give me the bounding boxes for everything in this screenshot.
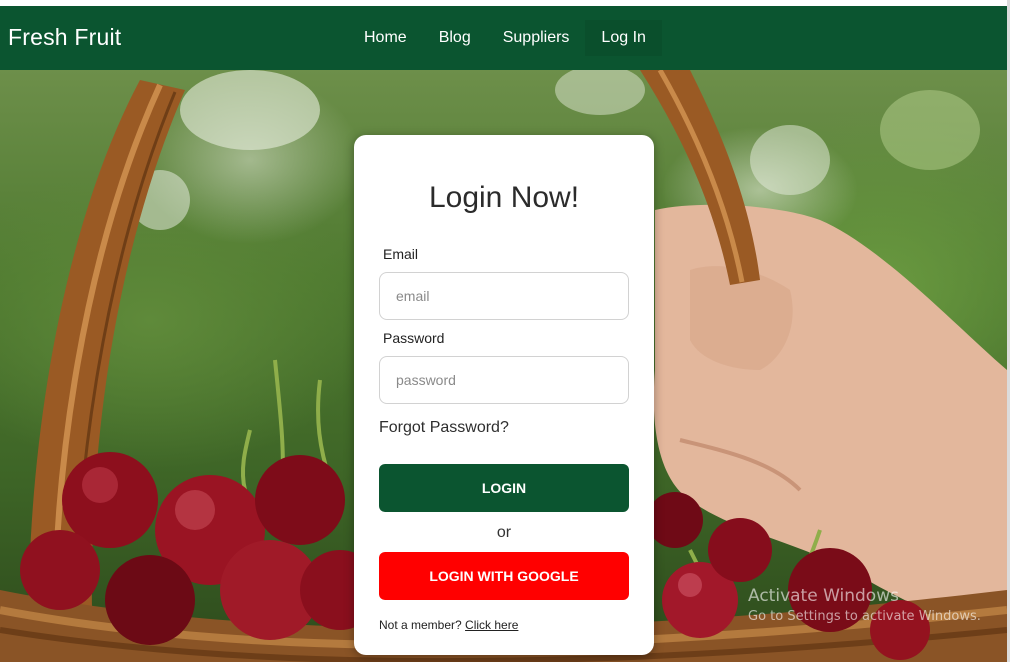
signup-prompt: Not a member? Click here	[379, 618, 518, 632]
login-title: Login Now!	[428, 181, 580, 214]
nav-links: Home Blog Suppliers Log In	[348, 20, 662, 56]
password-input[interactable]	[379, 356, 629, 404]
signup-link[interactable]: Click here	[465, 618, 518, 632]
navbar: Fresh Fruit Home Blog Suppliers Log In	[0, 6, 1007, 70]
password-label: Password	[383, 330, 445, 346]
email-label: Email	[383, 246, 419, 262]
activate-windows-watermark: Activate Windows Go to Settings to activ…	[748, 586, 981, 624]
nav-item-home[interactable]: Home	[348, 20, 423, 56]
watermark-subtitle: Go to Settings to activate Windows.	[748, 609, 981, 624]
or-separator: or	[496, 524, 512, 541]
login-button[interactable]: LOGIN	[379, 464, 629, 512]
nav-item-login[interactable]: Log In	[585, 20, 662, 56]
forgot-password-link[interactable]: Forgot Password?	[379, 419, 509, 437]
not-member-text: Not a member?	[379, 618, 462, 632]
email-input[interactable]	[379, 272, 629, 320]
nav-item-blog[interactable]: Blog	[423, 20, 487, 56]
login-with-google-button[interactable]: LOGIN WITH GOOGLE	[379, 552, 629, 600]
brand-logo[interactable]: Fresh Fruit	[8, 24, 121, 51]
nav-item-suppliers[interactable]: Suppliers	[487, 20, 586, 56]
login-card: Login Now! Email Password Forgot Passwor…	[354, 135, 654, 655]
watermark-title: Activate Windows	[748, 586, 899, 606]
